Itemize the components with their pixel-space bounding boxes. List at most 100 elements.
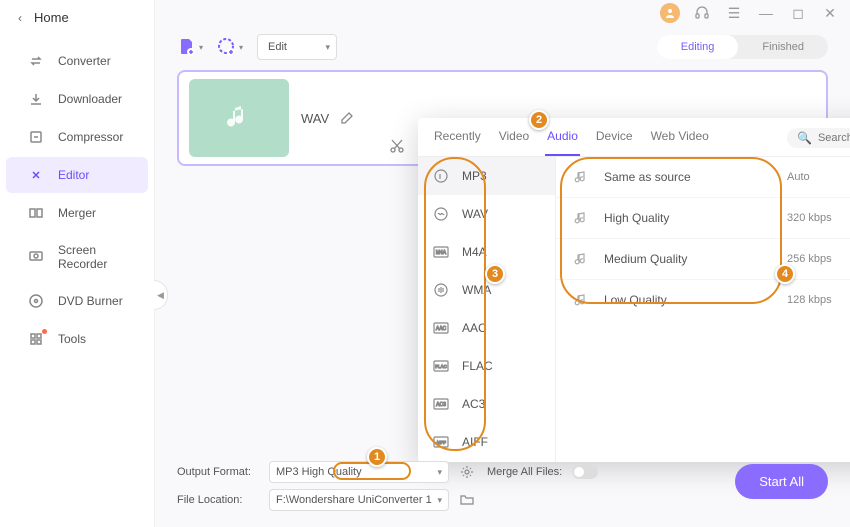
compress-icon (28, 129, 44, 145)
audio-format-icon: AIFF (432, 433, 450, 451)
sidebar-item-compressor[interactable]: Compressor (6, 119, 148, 155)
titlebar: ☰ — ◻ ✕ (155, 0, 850, 26)
main-area: ☰ — ◻ ✕ ◀ ▾ ▾ Edit Editing Finished WAV (155, 0, 850, 527)
menu-icon[interactable]: ☰ (724, 3, 744, 23)
quality-medium[interactable]: Medium Quality 256 kbps (556, 238, 850, 279)
svg-text:AC3: AC3 (436, 402, 446, 408)
home-button[interactable]: ‹ Home (0, 0, 154, 35)
format-wav[interactable]: WAV (418, 195, 555, 233)
quality-same-as-source[interactable]: Same as source Auto (556, 157, 850, 197)
annotation-badge-4: 4 (775, 264, 795, 284)
status-segment: Editing Finished (657, 35, 828, 59)
annotation-badge-2: 2 (529, 110, 549, 130)
tab-video[interactable]: Video (499, 129, 529, 147)
merge-toggle[interactable] (572, 465, 598, 479)
audio-format-icon: M4A (432, 243, 450, 261)
chevron-down-icon: ▾ (239, 43, 243, 52)
tab-webvideo[interactable]: Web Video (651, 129, 709, 147)
format-m4a[interactable]: M4A M4A (418, 233, 555, 271)
quality-rate: Auto (787, 171, 850, 183)
music-icon (574, 292, 590, 308)
merge-label: Merge All Files: (487, 466, 562, 478)
dvd-icon (28, 293, 44, 309)
download-icon (28, 91, 44, 107)
svg-text:AIFF: AIFF (436, 440, 446, 445)
minimize-icon[interactable]: — (756, 3, 776, 23)
close-icon[interactable]: ✕ (820, 3, 840, 23)
annotation-badge-1: 1 (367, 447, 387, 467)
add-file-button[interactable]: ▾ (177, 37, 203, 57)
circle-plus-icon (217, 37, 237, 57)
folder-icon[interactable] (459, 492, 475, 508)
nav-label: Compressor (58, 130, 123, 144)
format-mp3[interactable]: MP3 (418, 157, 555, 195)
sidebar: ‹ Home Converter Downloader Compressor E… (0, 0, 155, 527)
home-label: Home (34, 10, 69, 25)
nav-label: Screen Recorder (58, 243, 134, 271)
file-location-select[interactable]: F:\Wondershare UniConverter 1 (269, 489, 449, 511)
add-url-button[interactable]: ▾ (217, 37, 243, 57)
sidebar-item-downloader[interactable]: Downloader (6, 81, 148, 117)
seg-editing[interactable]: Editing (657, 35, 739, 59)
audio-format-icon: AC3 (432, 395, 450, 413)
headset-icon[interactable] (692, 3, 712, 23)
sidebar-collapse-button[interactable]: ◀ (154, 280, 168, 310)
output-format-value: MP3 High Quality (276, 466, 362, 478)
tab-device[interactable]: Device (596, 129, 633, 147)
editor-icon (28, 167, 44, 183)
quality-name: Same as source (604, 170, 773, 184)
avatar[interactable] (660, 3, 680, 23)
quality-low[interactable]: Low Quality 128 kbps (556, 279, 850, 320)
toolbar: ▾ ▾ Edit Editing Finished (155, 26, 850, 70)
media-thumbnail[interactable] (189, 79, 289, 157)
notification-dot (42, 329, 47, 334)
format-aac[interactable]: AACAAC (418, 309, 555, 347)
chevron-down-icon: ▾ (199, 43, 203, 52)
merger-icon (28, 205, 44, 221)
format-list: MP3 WAV M4AM4A WMA AACAAC FLACFLAC AC3AC… (418, 157, 556, 462)
sidebar-item-screenrecorder[interactable]: Screen Recorder (6, 233, 148, 281)
media-title: WAV (301, 111, 329, 126)
screenrec-icon (28, 249, 44, 265)
cut-icon[interactable] (389, 138, 405, 154)
tab-recently[interactable]: Recently (434, 129, 481, 147)
format-label: MP3 (462, 169, 487, 183)
quality-name: Low Quality (604, 293, 773, 307)
sidebar-item-dvdburner[interactable]: DVD Burner (6, 283, 148, 319)
quality-name: High Quality (604, 211, 773, 225)
nav-label: Converter (58, 54, 111, 68)
format-label: M4A (462, 245, 487, 259)
gear-icon[interactable] (459, 464, 475, 480)
search-icon: 🔍 (797, 131, 812, 145)
search-box[interactable]: 🔍 (787, 128, 850, 148)
annotation-badge-3: 3 (485, 264, 505, 284)
sidebar-item-converter[interactable]: Converter (6, 43, 148, 79)
quality-rate: 128 kbps (787, 294, 850, 306)
quality-high[interactable]: High Quality 320 kbps (556, 197, 850, 238)
music-icon (574, 169, 590, 185)
audio-format-icon: FLAC (432, 357, 450, 375)
sidebar-item-tools[interactable]: Tools (6, 321, 148, 357)
quality-rate: 320 kbps (787, 212, 850, 224)
sidebar-item-merger[interactable]: Merger (6, 195, 148, 231)
edit-select-label: Edit (268, 41, 287, 53)
search-input[interactable] (818, 132, 850, 144)
maximize-icon[interactable]: ◻ (788, 3, 808, 23)
format-flac[interactable]: FLACFLAC (418, 347, 555, 385)
tab-audio[interactable]: Audio (547, 129, 578, 147)
rename-icon[interactable] (339, 110, 355, 126)
format-ac3[interactable]: AC3AC3 (418, 385, 555, 423)
svg-text:FLAC: FLAC (435, 364, 447, 369)
convert-icon (28, 53, 44, 69)
svg-text:AAC: AAC (436, 326, 447, 332)
output-format-select[interactable]: MP3 High Quality (269, 461, 449, 483)
seg-finished[interactable]: Finished (738, 35, 828, 59)
format-label: WAV (462, 207, 488, 221)
audio-format-icon (432, 167, 450, 185)
nav-label: Editor (58, 168, 89, 182)
edit-select[interactable]: Edit (257, 34, 337, 60)
sidebar-item-editor[interactable]: Editor (6, 157, 148, 193)
start-all-button[interactable]: Start All (735, 464, 828, 499)
format-popover: Recently Video Audio Device Web Video 🔍 … (418, 118, 850, 462)
music-note-icon (221, 100, 257, 136)
